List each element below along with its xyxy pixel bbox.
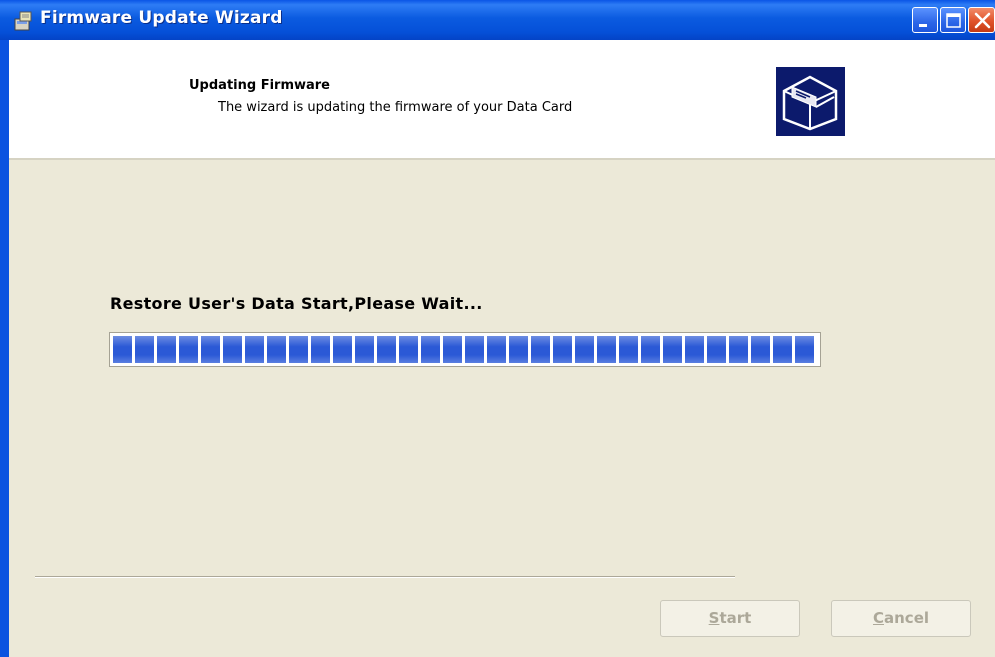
progress-segment xyxy=(333,336,352,363)
progress-segment xyxy=(707,336,726,363)
wizard-header xyxy=(9,40,995,158)
window-title: Firmware Update Wizard xyxy=(40,8,283,28)
progress-segment xyxy=(795,336,814,363)
close-icon xyxy=(974,12,991,29)
progress-segment xyxy=(531,336,550,363)
progress-segment xyxy=(311,336,330,363)
progress-segment xyxy=(179,336,198,363)
progress-segment xyxy=(729,336,748,363)
cancel-button[interactable]: Cancel xyxy=(831,600,971,637)
minimize-button[interactable] xyxy=(912,7,938,33)
progress-segment xyxy=(399,336,418,363)
progress-segment xyxy=(641,336,660,363)
progress-segment xyxy=(245,336,264,363)
progress-segment xyxy=(619,336,638,363)
start-button[interactable]: Start xyxy=(660,600,800,637)
header-title: Updating Firmware xyxy=(189,78,331,93)
progress-segment xyxy=(685,336,704,363)
status-message: Restore User's Data Start,Please Wait... xyxy=(110,294,483,313)
progress-segment xyxy=(421,336,440,363)
progress-segment xyxy=(135,336,154,363)
progress-segment xyxy=(355,336,374,363)
title-bar[interactable]: Firmware Update Wizard xyxy=(0,0,995,40)
progress-segment xyxy=(575,336,594,363)
progress-bar xyxy=(109,332,821,367)
progress-segment xyxy=(443,336,462,363)
progress-segment xyxy=(267,336,286,363)
start-button-label: Start xyxy=(708,609,752,627)
progress-segment xyxy=(487,336,506,363)
progress-segment xyxy=(289,336,308,363)
progress-bar-fill xyxy=(113,336,817,363)
cancel-button-label: Cancel xyxy=(872,609,930,627)
progress-segment xyxy=(377,336,396,363)
progress-segment xyxy=(201,336,220,363)
header-subtitle: The wizard is updating the firmware of y… xyxy=(218,100,573,115)
progress-segment xyxy=(663,336,682,363)
progress-segment xyxy=(597,336,616,363)
progress-segment xyxy=(223,336,242,363)
progress-segment xyxy=(157,336,176,363)
progress-segment xyxy=(751,336,770,363)
progress-segment xyxy=(773,336,792,363)
wizard-window: Firmware Update Wizard Updating Firmware… xyxy=(0,0,995,657)
footer-separator xyxy=(35,576,735,578)
maximize-button[interactable] xyxy=(940,7,966,33)
installer-icon xyxy=(12,10,34,32)
maximize-icon xyxy=(946,13,961,28)
progress-segment xyxy=(465,336,484,363)
progress-segment xyxy=(553,336,572,363)
hardware-box-icon xyxy=(776,67,845,136)
close-button[interactable] xyxy=(968,7,995,33)
progress-segment xyxy=(113,336,132,363)
window-border xyxy=(0,40,9,657)
header-divider xyxy=(9,158,995,160)
progress-segment xyxy=(509,336,528,363)
minimize-icon xyxy=(919,24,927,27)
